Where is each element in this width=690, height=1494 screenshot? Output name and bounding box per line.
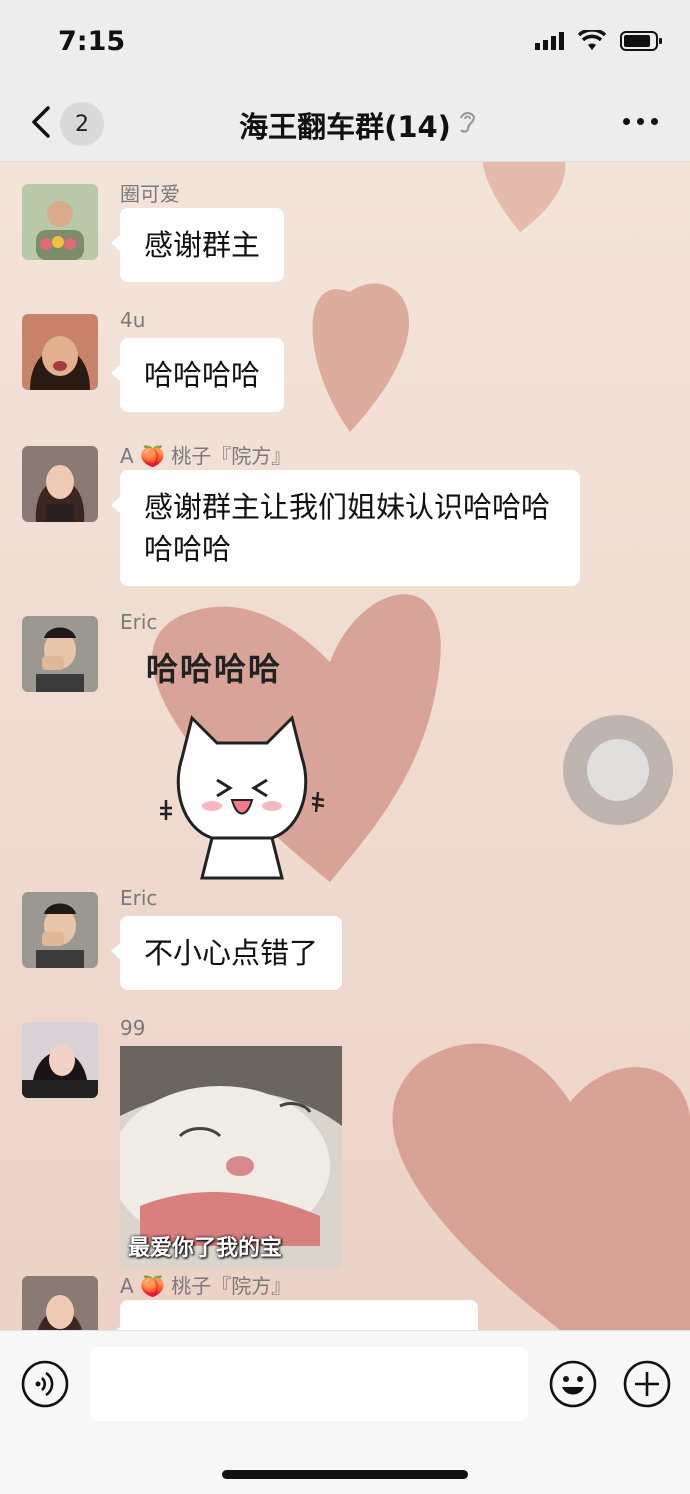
chat-header: 2 海王翻车群(14)	[0, 88, 690, 162]
avatar[interactable]	[22, 616, 98, 692]
message-bubble[interactable]	[111, 1300, 478, 1330]
avatar[interactable]	[22, 314, 98, 390]
avatar[interactable]	[22, 1276, 98, 1330]
image-caption: 最爱你了我的宝	[128, 1236, 283, 1261]
status-icons	[534, 30, 664, 52]
sender-name: A 🍑 桃子『院方』	[120, 444, 292, 468]
message-input[interactable]	[90, 1347, 528, 1421]
home-indicator[interactable]	[222, 1470, 468, 1479]
sticker-text: 哈哈哈哈	[146, 650, 283, 688]
message-bubble[interactable]: 感谢群主让我们姐妹认识哈哈哈哈哈哈	[111, 470, 580, 586]
assistive-touch-button[interactable]	[563, 715, 673, 825]
message-bubble[interactable]: 不小心点错了	[110, 916, 343, 990]
sticker-image[interactable]: 哈哈哈哈	[142, 644, 342, 884]
avatar[interactable]	[22, 184, 98, 260]
avatar[interactable]	[22, 1022, 98, 1098]
cat-sticker-icon	[160, 715, 325, 880]
status-bar: 7:15	[0, 0, 690, 88]
more-icon[interactable]	[623, 118, 658, 125]
wifi-icon	[578, 30, 606, 50]
status-time: 7:15	[58, 26, 126, 57]
ear-icon	[459, 111, 476, 133]
sender-name: 圈可爱	[120, 182, 180, 206]
sender-name: 4u	[120, 308, 146, 332]
sender-name: Eric	[120, 610, 158, 634]
chat-title: 海王翻车群(14)	[239, 110, 451, 144]
message-bubble[interactable]: 哈哈哈哈	[110, 338, 285, 412]
sender-name: A 🍑 桃子『院方』	[120, 1274, 292, 1298]
avatar[interactable]	[22, 892, 98, 968]
emoji-icon[interactable]	[548, 1359, 598, 1409]
voice-icon[interactable]	[20, 1359, 70, 1409]
battery-icon	[620, 31, 662, 51]
signal-icon	[535, 32, 564, 50]
plus-icon[interactable]	[622, 1359, 672, 1409]
image-message[interactable]: 最爱你了我的宝	[120, 1046, 342, 1268]
avatar[interactable]	[22, 446, 98, 522]
sender-name: 99	[120, 1016, 146, 1040]
message-bubble[interactable]: 感谢群主	[110, 208, 285, 282]
sender-name: Eric	[120, 886, 158, 910]
